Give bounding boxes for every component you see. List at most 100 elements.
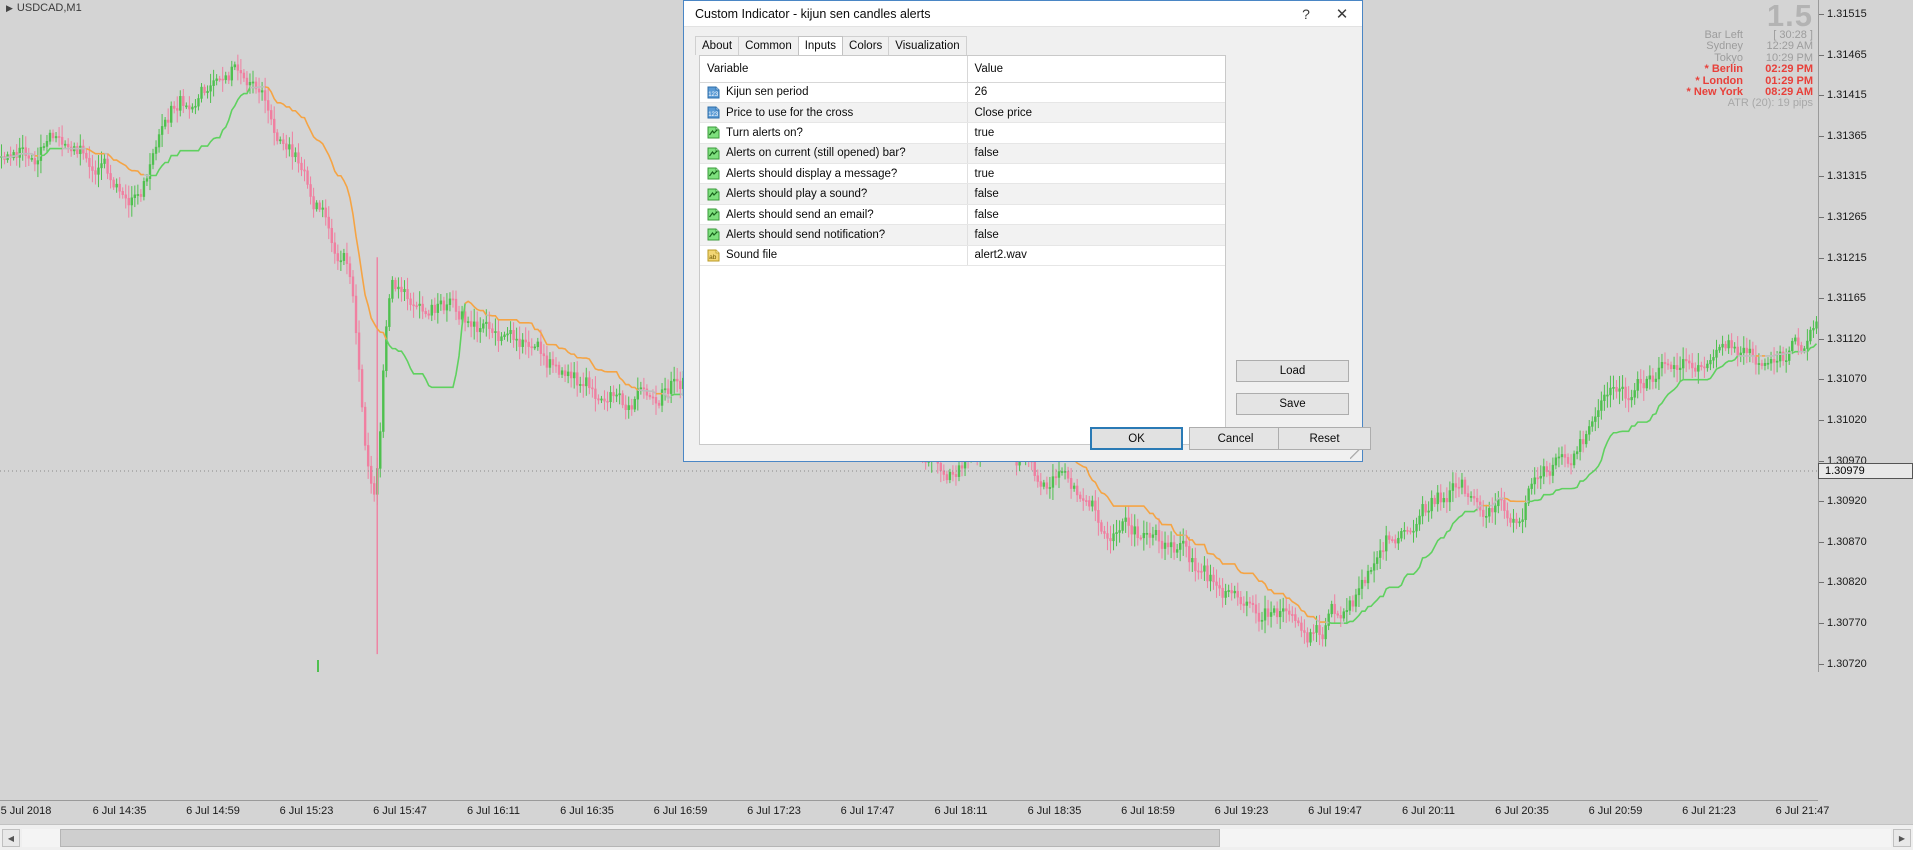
tab-common[interactable]: Common <box>738 36 799 55</box>
price-tickmark <box>1819 54 1824 56</box>
load-button[interactable]: Load <box>1236 360 1349 382</box>
price-tick-label: 1.31165 <box>1827 292 1866 305</box>
table-row[interactable]: Alerts on current (still opened) bar? fal… <box>700 143 1225 165</box>
parameters-table: Variable Value 123 Kijun sen period 26 123 P… <box>700 56 1225 267</box>
parameter-value-cell[interactable]: false <box>967 183 1225 205</box>
parameter-name-cell[interactable]: 123 Price to use for the cross <box>700 102 968 124</box>
resize-grip[interactable] <box>1350 449 1360 459</box>
time-tick-label: 6 Jul 21:47 <box>1775 805 1830 817</box>
time-tick-label: 6 Jul 20:11 <box>1401 805 1456 817</box>
scroll-left-icon[interactable]: ◀ <box>2 829 20 847</box>
tab-about[interactable]: About <box>695 36 740 55</box>
parameter-label: Alerts should send notification? <box>726 228 886 241</box>
table-row[interactable]: 123 Price to use for the cross Close price <box>700 102 1225 124</box>
time-tick-label: 5 Jul 2018 <box>0 805 52 817</box>
price-tickmark <box>1819 582 1824 584</box>
time-tick-label: 6 Jul 14:59 <box>186 805 240 817</box>
help-icon[interactable]: ? <box>1288 2 1324 26</box>
time-tick-label: 6 Jul 21:23 <box>1682 805 1736 817</box>
price-tick-label: 1.31465 <box>1827 48 1867 61</box>
string-icon: ab <box>707 249 720 262</box>
parameter-name-cell[interactable]: Alerts should send notification? <box>700 224 968 246</box>
parameter-name-cell[interactable]: Alerts should play a sound? <box>700 183 968 205</box>
parameter-value-cell[interactable]: true <box>967 163 1225 185</box>
price-tick-label: 1.31070 <box>1827 373 1867 386</box>
parameter-value-cell[interactable]: false <box>967 143 1225 165</box>
collapse-arrow-icon: ▶ <box>6 2 13 13</box>
time-tick-label: 6 Jul 16:35 <box>560 805 614 817</box>
svg-text:123: 123 <box>708 92 719 98</box>
reset-button[interactable]: Reset <box>1278 427 1371 450</box>
inputs-table-panel[interactable]: Variable Value 123 Kijun sen period 26 123 P… <box>699 55 1226 445</box>
custom-indicator-dialog[interactable]: Custom Indicator - kijun sen candles ale… <box>683 0 1371 462</box>
clock-row: * Berlin 02:29 PM <box>1679 63 1813 76</box>
parameter-value-cell[interactable]: alert2.wav <box>967 245 1225 267</box>
price-tickmark <box>1819 176 1824 178</box>
boolean-icon <box>707 188 720 201</box>
parameter-value-cell[interactable]: false <box>967 224 1225 246</box>
parameter-name-cell[interactable]: ab Sound file <box>700 245 968 267</box>
price-tickmark <box>1819 460 1824 462</box>
table-row[interactable]: Alerts should send notification? false <box>700 224 1225 246</box>
atr-readout: ATR (20): 19 pips <box>1727 97 1813 110</box>
price-tickmark <box>1819 95 1824 97</box>
parameter-value-cell[interactable]: 26 <box>967 82 1225 103</box>
horizontal-scrollbar[interactable]: ◀ ▶ <box>0 824 1913 850</box>
time-tick-label: 6 Jul 18:11 <box>934 805 988 817</box>
time-axis[interactable]: 5 Jul 2018 6 Jul 14:35 6 Jul 14:59 6 Jul 15… <box>0 800 1829 822</box>
table-row[interactable]: Turn alerts on? true <box>700 122 1225 144</box>
tab-visualization[interactable]: Visualization <box>888 36 967 55</box>
time-tick-label: 6 Jul 15:23 <box>279 805 334 817</box>
parameter-name-cell[interactable]: 123 Kijun sen period <box>700 82 968 103</box>
column-header-value[interactable]: Value <box>967 56 1225 83</box>
tab-inputs[interactable]: Inputs <box>797 36 844 55</box>
time-tick-label: 6 Jul 16:11 <box>466 805 521 817</box>
parameter-value-cell[interactable]: false <box>967 204 1225 226</box>
price-axis[interactable]: 1.31515 1.31465 1.31415 1.31365 1.31315 1.312… <box>1818 0 1913 672</box>
dialog-title: Custom Indicator - kijun sen candles ale… <box>695 6 931 21</box>
parameter-name-cell[interactable]: Alerts on current (still opened) bar? <box>700 143 968 165</box>
price-tick-label: 1.31315 <box>1827 170 1867 183</box>
table-row[interactable]: Alerts should send an email? false <box>700 204 1225 226</box>
clock-row-label: * Berlin <box>1704 63 1743 76</box>
parameter-name-cell[interactable]: Alerts should display a message? <box>700 163 968 185</box>
boolean-icon <box>707 126 720 139</box>
save-button[interactable]: Save <box>1236 393 1349 415</box>
price-tick-label: 1.31120 <box>1827 332 1866 345</box>
table-row[interactable]: Alerts should play a sound? false <box>700 183 1225 205</box>
scroll-right-icon[interactable]: ▶ <box>1893 829 1911 847</box>
column-header-variable[interactable]: Variable <box>700 56 968 83</box>
table-row[interactable]: ab Sound file alert2.wav <box>700 245 1225 267</box>
price-tick-label: 1.31215 <box>1827 251 1867 264</box>
parameter-label: Turn alerts on? <box>726 126 803 139</box>
ok-button[interactable]: OK <box>1090 427 1183 450</box>
time-tick-label: 6 Jul 15:47 <box>373 805 427 817</box>
table-header-row: Variable Value <box>700 56 1225 83</box>
time-tick-label: 6 Jul 18:35 <box>1027 805 1082 817</box>
clock-headline: 1.5 <box>1766 0 1813 33</box>
table-row[interactable]: 123 Kijun sen period 26 <box>700 82 1225 103</box>
price-tick-label: 1.30720 <box>1827 657 1867 670</box>
time-tick-label: 6 Jul 14:35 <box>92 805 147 817</box>
dialog-footer: OK Cancel Reset <box>684 417 1371 461</box>
parameter-name-cell[interactable]: Turn alerts on? <box>700 122 968 144</box>
parameter-name-cell[interactable]: Alerts should send an email? <box>700 204 968 226</box>
dialog-tabs[interactable]: About Common Inputs Colors Visualization <box>695 36 967 55</box>
cancel-button[interactable]: Cancel <box>1189 427 1282 450</box>
price-tickmark <box>1819 623 1824 624</box>
parameter-value-cell[interactable]: Close price <box>967 102 1225 124</box>
clock-info-panel: 1.5 Bar Left[ 30:28 ] Sydney 12:29 AM Tokyo… <box>1679 0 1813 110</box>
parameter-label: Alerts should send an email? <box>726 208 874 221</box>
parameter-value-cell[interactable]: true <box>967 122 1225 144</box>
clock-row-value: 02:29 PM <box>1765 63 1813 76</box>
price-tick-label: 1.30870 <box>1827 535 1867 548</box>
close-icon[interactable]: ✕ <box>1324 2 1360 26</box>
parameter-label: Alerts on current (still opened) bar? <box>726 147 906 160</box>
table-row[interactable]: Alerts should display a message? true <box>700 163 1225 185</box>
symbol-text: USDCAD,M1 <box>16 2 82 14</box>
parameter-label: Price to use for the cross <box>726 106 854 119</box>
price-tick-label: 1.31020 <box>1827 414 1867 426</box>
dialog-titlebar[interactable]: Custom Indicator - kijun sen candles ale… <box>684 1 1362 27</box>
scrollbar-thumb[interactable] <box>60 829 1220 847</box>
tab-colors[interactable]: Colors <box>842 36 890 55</box>
